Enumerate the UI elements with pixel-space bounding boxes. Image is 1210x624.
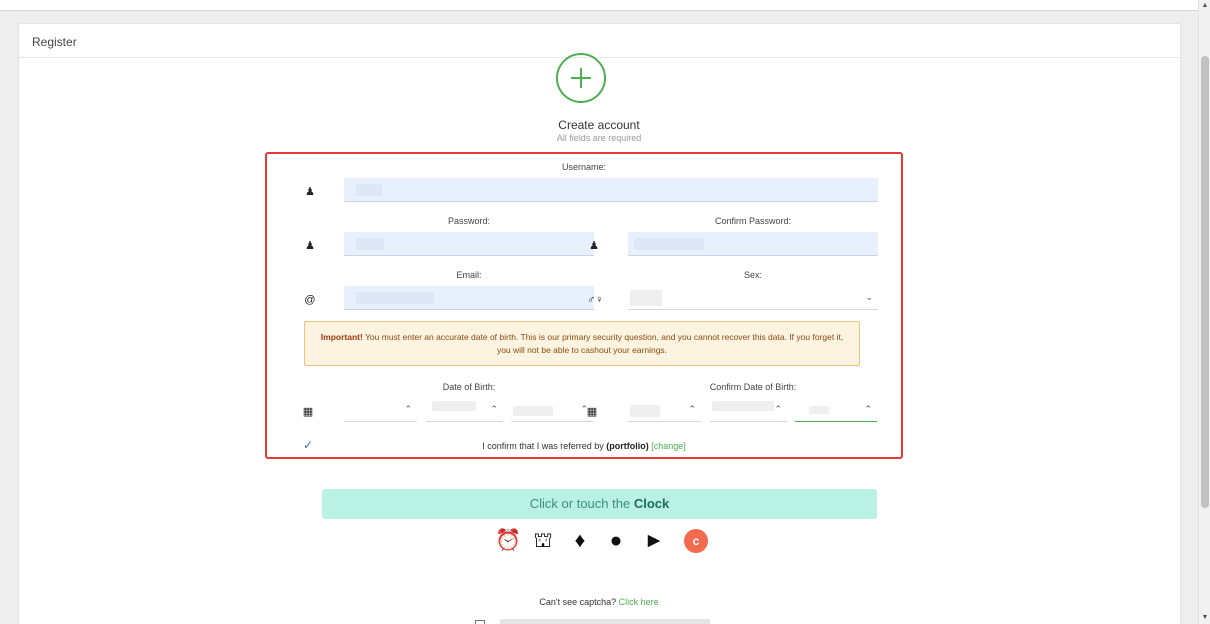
- notice-text: You must enter an accurate date of birth…: [362, 332, 844, 355]
- confirm-password-input[interactable]: [628, 232, 878, 256]
- cant-see-link[interactable]: Click here: [619, 597, 659, 607]
- referral-confirmation: I confirm that I was referred by (portfo…: [267, 441, 901, 451]
- scroll-down-icon[interactable]: ▼: [1199, 612, 1210, 624]
- notice-strong: Important!: [320, 332, 363, 342]
- password-input[interactable]: [344, 232, 594, 256]
- sex-label: Sex:: [743, 270, 762, 280]
- masked-value: [712, 401, 774, 411]
- user-icon: ♟: [305, 186, 315, 198]
- masked-value: [630, 290, 662, 306]
- scroll-up-icon[interactable]: ▲: [1199, 0, 1210, 12]
- ping-pong-icon[interactable]: ●: [603, 528, 629, 554]
- chevron-up-icon: ⌃: [490, 404, 498, 414]
- card-header: Register: [19, 24, 1180, 58]
- sex-select[interactable]: ⌄: [628, 286, 878, 310]
- dob-warning-notice: Important! You must enter an accurate da…: [304, 321, 860, 366]
- masked-value: [634, 238, 704, 250]
- masked-value: [356, 184, 382, 196]
- username-input[interactable]: [344, 178, 878, 202]
- cant-see-text: Can't see captcha?: [539, 597, 619, 607]
- email-input[interactable]: [344, 286, 594, 310]
- user-lock-icon: ♟: [589, 240, 599, 252]
- masked-value: [356, 292, 434, 304]
- confirm-dob-label: Confirm Date of Birth:: [709, 382, 797, 392]
- chevron-up-icon: ⌃: [404, 404, 412, 414]
- email-label: Email:: [456, 270, 482, 280]
- referral-prefix: I confirm that I was referred by: [482, 441, 607, 451]
- chevron-up-icon: ⌃: [864, 404, 872, 414]
- terms-checkbox[interactable]: [475, 620, 485, 624]
- captcha-target: Clock: [633, 496, 670, 511]
- registration-form: Username: ♟ Password: Confirm Password: …: [265, 152, 903, 459]
- cant-see-captcha: Can't see captcha? Click here: [0, 597, 1198, 607]
- refresh-captcha-icon[interactable]: c: [684, 529, 708, 553]
- change-referrer-link[interactable]: [change]: [651, 441, 686, 451]
- dob-month-select[interactable]: ⌃: [426, 398, 503, 422]
- referrer-name: (portfolio): [606, 441, 649, 451]
- browser-top-bar: [0, 0, 1198, 11]
- rat-icon[interactable]: ►: [641, 528, 667, 554]
- terms-text-cutoff: [500, 619, 710, 624]
- user-lock-icon: ♟: [305, 240, 315, 252]
- confirm-dob-month-select[interactable]: ⌃: [710, 398, 787, 422]
- dob-label: Date of Birth:: [442, 382, 496, 392]
- masked-value: [432, 401, 476, 411]
- tree-icon[interactable]: ♦: [567, 528, 593, 554]
- calendar-icon: ▦: [586, 406, 598, 418]
- masked-value: [630, 405, 660, 417]
- masked-value: [356, 238, 384, 250]
- page-title: Create account: [558, 118, 640, 132]
- confirm-dob-year-select[interactable]: ⌃: [795, 398, 877, 422]
- username-label: Username:: [561, 162, 606, 172]
- captcha-instruction-bar: Click or touch the Clock: [322, 489, 877, 519]
- chevron-up-icon: ⌃: [688, 404, 696, 414]
- password-label: Password:: [447, 216, 491, 226]
- masked-value: [809, 406, 829, 414]
- boot-icon[interactable]: ⛫: [530, 528, 556, 554]
- confirm-dob-day-select[interactable]: ⌃: [628, 398, 701, 422]
- confirm-password-label: Confirm Password:: [714, 216, 792, 226]
- alarm-clock-icon[interactable]: ⏰: [495, 528, 521, 554]
- calendar-icon: ▦: [302, 406, 314, 418]
- scroll-thumb[interactable]: [1201, 56, 1209, 508]
- masked-value: [513, 406, 553, 416]
- male-female-icon: ♂♀: [587, 294, 604, 306]
- page-scrollbar[interactable]: ▲ ▼: [1198, 0, 1210, 624]
- at-sign-icon: @: [304, 294, 316, 306]
- page-subtitle: All fields are required: [556, 133, 642, 143]
- captcha-prefix: Click or touch the: [529, 496, 634, 511]
- chevron-up-icon: ⌃: [774, 404, 782, 414]
- dob-day-select[interactable]: ⌃: [344, 398, 417, 422]
- create-account-plus-icon: [556, 53, 606, 103]
- chevron-down-icon: ⌄: [865, 292, 873, 302]
- dob-year-select[interactable]: ⌃: [511, 398, 593, 422]
